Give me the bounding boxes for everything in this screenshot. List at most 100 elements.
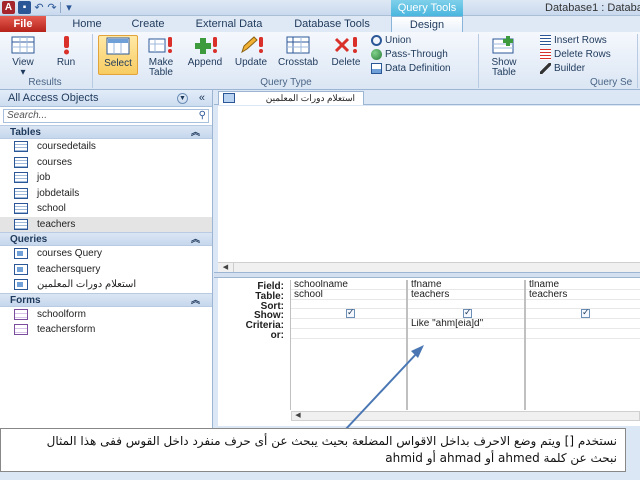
show-checkbox[interactable] xyxy=(346,309,355,319)
grid-scrollbar[interactable]: ◀ xyxy=(291,411,640,421)
scroll-left-icon[interactable]: ◀ xyxy=(292,412,304,420)
table-icon xyxy=(14,203,28,215)
table-icon xyxy=(14,141,28,153)
builder-button[interactable]: Builder xyxy=(540,63,585,74)
nav-item-query[interactable]: teachersquery xyxy=(0,262,212,278)
nav-section-queries[interactable]: Queries ︽ xyxy=(0,232,212,246)
run-button-label: Run xyxy=(56,57,76,68)
or-cell[interactable] xyxy=(291,329,406,339)
field-cell[interactable]: tlname xyxy=(526,280,640,290)
nav-item-table-selected[interactable]: teachers xyxy=(0,216,212,232)
table-cell[interactable]: teachers xyxy=(408,290,524,300)
grid-column[interactable]: tfname teachers Like "ahm[eia]d" xyxy=(407,280,525,410)
table-cell[interactable]: teachers xyxy=(526,290,640,300)
ribbon-tab-bar: File Home Create External Data Database … xyxy=(0,16,640,33)
run-button[interactable]: Run xyxy=(48,35,84,68)
view-button[interactable]: View ▾ xyxy=(4,35,42,78)
nav-item-table[interactable]: school xyxy=(0,201,212,217)
show-checkbox[interactable] xyxy=(581,309,590,319)
data-definition-button[interactable]: Data Definition xyxy=(371,63,451,74)
insert-rows-icon xyxy=(540,35,551,46)
sort-cell[interactable] xyxy=(291,300,406,310)
scroll-left-icon[interactable]: ◀ xyxy=(218,263,234,272)
collapse-chevron-icon[interactable]: ︽ xyxy=(191,233,200,246)
query-table-pane[interactable] xyxy=(218,106,640,262)
delete-rows-button[interactable]: Delete Rows xyxy=(540,49,611,60)
delete-x-icon xyxy=(333,35,359,55)
tab-database-tools[interactable]: Database Tools xyxy=(284,16,380,32)
union-button[interactable]: Union xyxy=(371,35,411,46)
redo-icon[interactable]: ↷ xyxy=(47,1,57,14)
nav-item-table[interactable]: job xyxy=(0,170,212,186)
access-app-icon[interactable]: A xyxy=(2,1,15,14)
group-separator xyxy=(637,34,638,88)
show-cell[interactable] xyxy=(291,309,406,320)
nav-item-form[interactable]: schoolform xyxy=(0,307,212,323)
criteria-cell[interactable] xyxy=(526,319,640,329)
field-cell[interactable]: schoolname xyxy=(291,280,406,290)
update-pencil-icon xyxy=(238,35,264,55)
nav-item-query[interactable]: courses Query xyxy=(0,246,212,262)
nav-item-label: courses xyxy=(37,156,73,168)
make-table-button[interactable]: Make Table xyxy=(142,35,180,78)
tab-home[interactable]: Home xyxy=(62,16,112,32)
show-cell[interactable] xyxy=(408,309,524,320)
customize-qat-icon[interactable]: ▾ xyxy=(64,1,74,14)
tab-create[interactable]: Create xyxy=(122,16,174,32)
crosstab-label: Crosstab xyxy=(277,57,318,68)
nav-item-table[interactable]: coursedetails xyxy=(0,139,212,155)
select-query-button[interactable]: Select xyxy=(98,35,138,75)
form-icon xyxy=(14,308,28,320)
shutter-bar-collapse-icon[interactable]: « xyxy=(199,92,205,104)
nav-menu-dropdown-icon[interactable]: ▼ xyxy=(177,93,188,104)
nav-search-input[interactable]: Search... ⚲ xyxy=(3,109,209,123)
crosstab-button[interactable]: Crosstab xyxy=(274,35,322,68)
table-pane-scrollbar[interactable]: ◀ xyxy=(218,262,640,272)
undo-icon[interactable]: ↶ xyxy=(34,1,44,14)
make-table-icon xyxy=(148,35,174,55)
nav-item-form[interactable]: teachersform xyxy=(0,322,212,338)
criteria-cell[interactable] xyxy=(291,319,406,329)
sort-cell[interactable] xyxy=(408,300,524,310)
delete-query-button[interactable]: Delete xyxy=(326,35,366,68)
show-cell[interactable] xyxy=(526,309,640,320)
show-checkbox[interactable] xyxy=(463,309,472,319)
nav-item-table[interactable]: jobdetails xyxy=(0,186,212,202)
save-icon[interactable]: ▪ xyxy=(18,1,31,14)
tab-file[interactable]: File xyxy=(0,16,46,32)
nav-item-query[interactable]: استعلام دورات المعلمين xyxy=(0,277,212,293)
collapse-chevron-icon[interactable]: ︽ xyxy=(191,294,200,307)
tab-external-data[interactable]: External Data xyxy=(186,16,272,32)
append-button[interactable]: Append xyxy=(184,35,226,68)
nav-pane-header[interactable]: All Access Objects ▼ « xyxy=(0,90,212,107)
exclamation-icon xyxy=(53,35,79,55)
ribbon: View ▾ Run Results Select Make Table Appe… xyxy=(0,32,640,90)
criteria-cell[interactable]: Like "ahm[eia]d" xyxy=(408,319,524,329)
table-cell[interactable]: school xyxy=(291,290,406,300)
tab-design[interactable]: Design xyxy=(391,16,463,33)
grid-column[interactable]: schoolname school xyxy=(290,280,407,410)
window-title: Database1 : Databa xyxy=(545,2,640,14)
grid-column[interactable]: tlname teachers xyxy=(525,280,640,410)
or-cell[interactable] xyxy=(526,329,640,339)
data-definition-label: Data Definition xyxy=(385,63,451,74)
insert-rows-button[interactable]: Insert Rows xyxy=(540,35,607,46)
show-table-button[interactable]: Show Table xyxy=(484,35,524,78)
nav-section-tables[interactable]: Tables ︽ xyxy=(0,125,212,139)
nav-section-forms[interactable]: Forms ︽ xyxy=(0,292,212,307)
nav-item-table[interactable]: courses xyxy=(0,155,212,171)
nav-item-label: job xyxy=(37,172,51,184)
field-cell[interactable]: tfname xyxy=(408,280,524,290)
group-label-query-type: Query Type xyxy=(260,77,312,88)
or-cell[interactable] xyxy=(408,329,524,339)
search-icon[interactable]: ⚲ xyxy=(199,110,206,122)
nav-item-label: teachersquery xyxy=(37,263,101,275)
sort-cell[interactable] xyxy=(526,300,640,310)
nav-item-label: jobdetails xyxy=(37,187,80,199)
query-document-tab[interactable]: استعلام دورات المعلمين xyxy=(218,91,364,105)
pass-through-button[interactable]: Pass-Through xyxy=(371,49,448,60)
query-icon xyxy=(14,263,28,275)
update-button[interactable]: Update xyxy=(230,35,272,68)
collapse-chevron-icon[interactable]: ︽ xyxy=(191,126,200,139)
row-label-or: or: xyxy=(270,329,284,341)
